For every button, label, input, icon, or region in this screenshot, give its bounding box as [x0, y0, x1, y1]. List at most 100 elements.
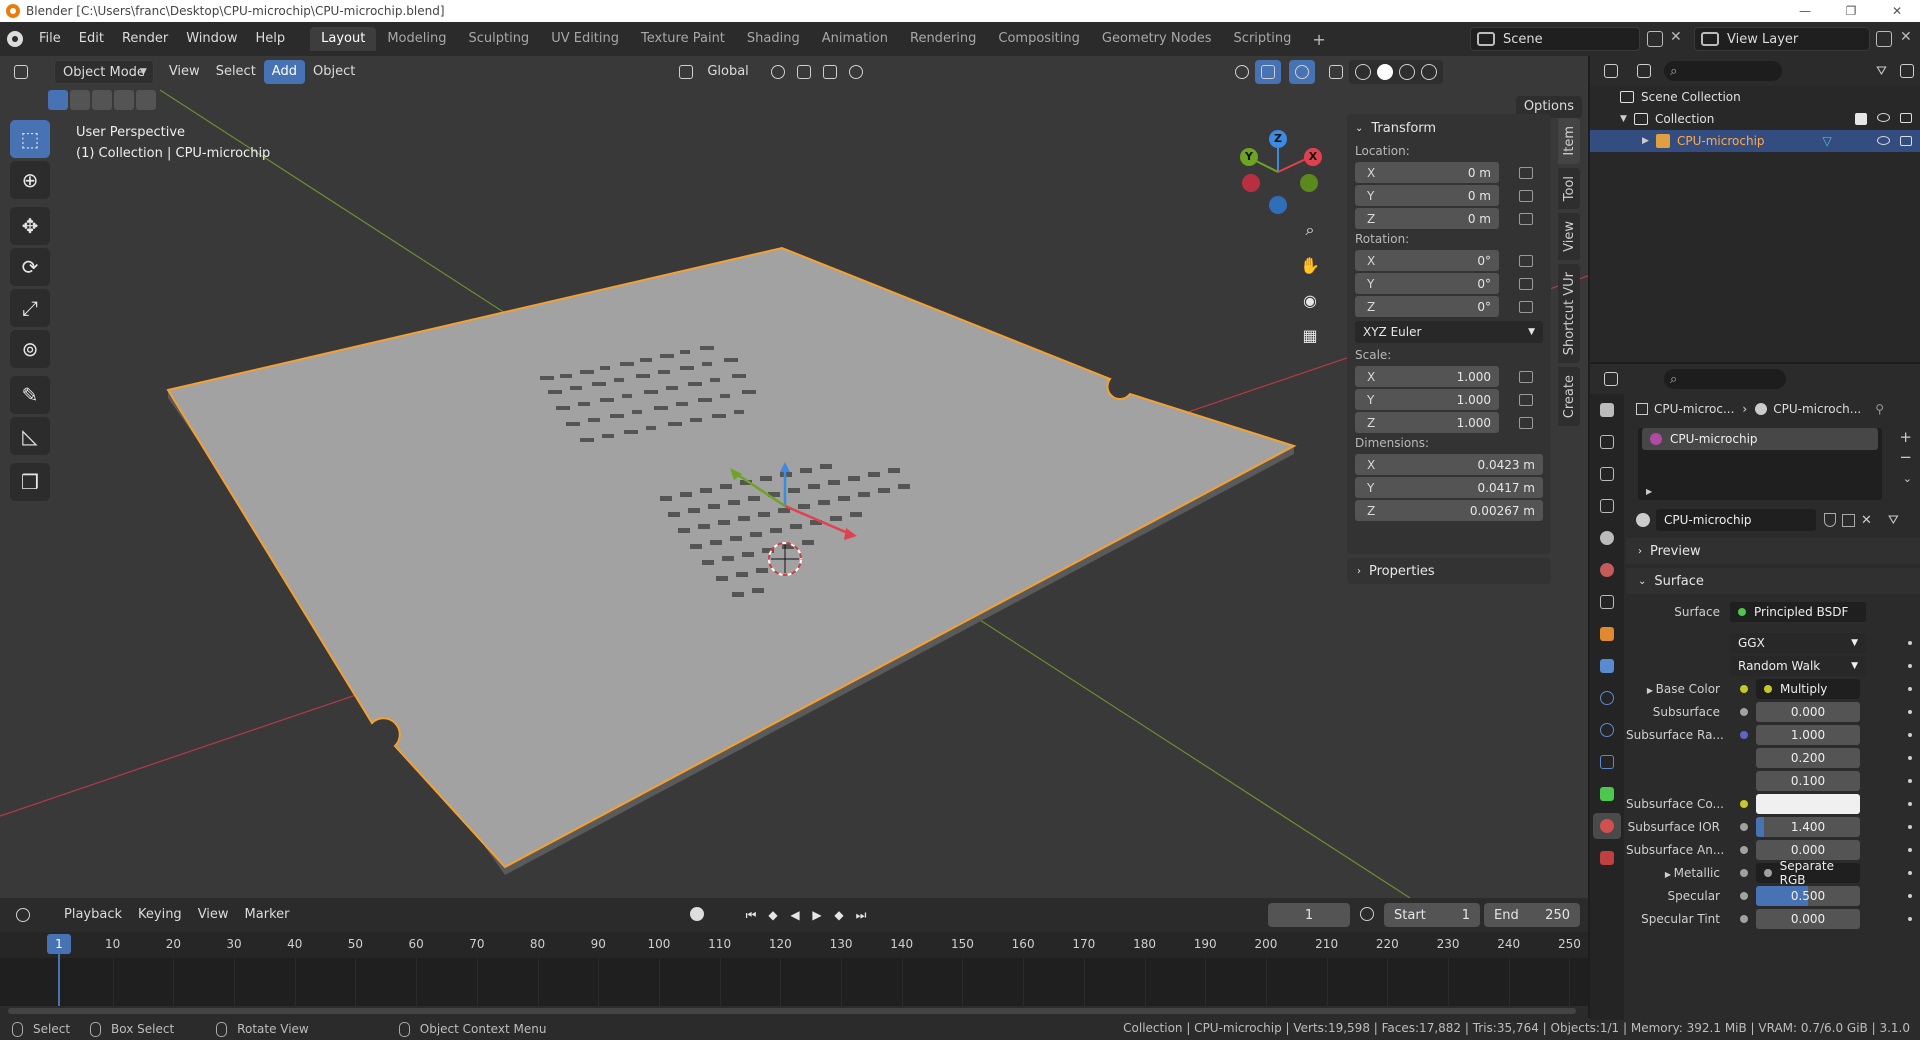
lock-icon[interactable] — [1519, 300, 1533, 313]
keyframe-dot-icon[interactable] — [1908, 663, 1912, 668]
material-slot[interactable]: CPU-microchip — [1642, 428, 1878, 450]
input-socket-icon[interactable] — [1740, 684, 1748, 693]
mesh-data-icon[interactable]: ▽ — [1823, 134, 1832, 148]
keyframe-dot-icon[interactable] — [1908, 847, 1912, 852]
add-workspace-button[interactable]: + — [1302, 30, 1335, 49]
keyframe-dot-icon[interactable] — [1908, 709, 1912, 714]
pin-icon[interactable]: ⚲ — [1875, 402, 1884, 416]
collection-tab[interactable] — [1593, 589, 1621, 615]
keyframe-dot-icon[interactable] — [1908, 916, 1912, 921]
menu-window[interactable]: Window — [177, 22, 246, 56]
bsdf-value-field[interactable]: Multiply — [1756, 678, 1860, 699]
tab-scripting[interactable]: Scripting — [1223, 27, 1303, 51]
gizmo-neg-x-icon[interactable] — [1242, 174, 1260, 192]
input-socket-icon[interactable] — [1740, 891, 1748, 900]
outliner-scene-collection[interactable]: Scene Collection — [1590, 86, 1920, 108]
camera-icon[interactable] — [1900, 136, 1912, 146]
keyframe-dot-icon[interactable] — [1908, 801, 1912, 806]
blender-menu-icon[interactable] — [0, 22, 30, 56]
bsdf-value-field[interactable]: 0.500 — [1756, 885, 1860, 906]
minimize-button[interactable]: — — [1782, 0, 1828, 22]
tab-item[interactable]: Item — [1558, 118, 1580, 164]
tab-texture-paint[interactable]: Texture Paint — [630, 27, 736, 51]
tab-geometry-nodes[interactable]: Geometry Nodes — [1091, 27, 1223, 51]
exclude-checkbox[interactable] — [1855, 113, 1867, 125]
eye-icon[interactable] — [1877, 136, 1890, 145]
particles-tab[interactable] — [1593, 685, 1621, 711]
menu-help[interactable]: Help — [247, 22, 295, 56]
perspective-grid-icon[interactable]: ▦ — [1294, 319, 1326, 351]
input-socket-icon[interactable] — [1740, 730, 1748, 739]
delete-view-layer-icon[interactable]: ✕ — [1900, 29, 1912, 45]
rotation-z-field[interactable]: Z 0° — [1355, 296, 1499, 317]
tab-view[interactable]: View — [1558, 212, 1580, 260]
display-mode-icon[interactable] — [1631, 59, 1656, 83]
outliner-search-input[interactable]: ⌕ — [1664, 61, 1783, 81]
menu-view[interactable]: View — [161, 60, 208, 84]
move-tool[interactable]: ✥ — [10, 207, 50, 245]
surface-shader-field[interactable]: Principled BSDF — [1730, 601, 1866, 622]
dimension-y-field[interactable]: Y 0.0417 m — [1355, 477, 1543, 498]
tab-sculpting[interactable]: Sculpting — [457, 27, 540, 51]
select-subtract-icon[interactable] — [92, 90, 112, 110]
surface-panel-header[interactable]: ⌄ Surface — [1626, 568, 1920, 594]
tool-tab[interactable] — [1593, 397, 1621, 423]
expand-right-icon[interactable]: ▶ — [1647, 686, 1656, 695]
gizmo-y-icon[interactable]: Y — [1240, 148, 1258, 166]
lock-icon[interactable] — [1519, 254, 1533, 267]
data-tab[interactable] — [1593, 781, 1621, 807]
lock-icon[interactable] — [1519, 393, 1533, 406]
material-slot-list[interactable]: CPU-microchip ▶ + − ⌄ — [1638, 428, 1912, 500]
select-invert-icon[interactable] — [114, 90, 134, 110]
gizmo-x-icon[interactable]: X — [1304, 148, 1322, 166]
new-collection-icon[interactable] — [1895, 59, 1920, 83]
clock-icon[interactable] — [1360, 907, 1374, 921]
scene-tab[interactable] — [1593, 525, 1621, 551]
tab-uv-editing[interactable]: UV Editing — [540, 27, 630, 51]
select-box-tool[interactable]: ⬚ — [10, 120, 50, 158]
distribution-dropdown[interactable]: GGX ▼ — [1730, 632, 1866, 653]
material-browse-icon[interactable] — [1636, 513, 1650, 527]
maximize-button[interactable]: ❐ — [1828, 0, 1874, 22]
location-y-field[interactable]: Y0 m — [1355, 185, 1499, 206]
input-socket-icon[interactable] — [1740, 914, 1748, 923]
scale-y-field[interactable]: Y 1.000 — [1355, 389, 1499, 410]
bsdf-value-field[interactable]: 1.000 — [1756, 724, 1860, 745]
lock-icon[interactable] — [1519, 212, 1533, 225]
tab-rendering[interactable]: Rendering — [899, 27, 987, 51]
lock-icon[interactable] — [1519, 416, 1533, 429]
annotate-tool[interactable]: ✎ — [10, 376, 50, 414]
outliner-collection[interactable]: ▼ Collection — [1590, 108, 1920, 130]
scale-x-field[interactable]: X 1.000 — [1355, 366, 1499, 387]
add-cube-tool[interactable]: ❒ — [10, 463, 50, 501]
tab-shading[interactable]: Shading — [736, 27, 811, 51]
pivot-point-icon[interactable] — [765, 60, 791, 84]
play-icon[interactable]: ▶ — [806, 903, 828, 927]
next-keyframe-icon[interactable]: ◆ — [828, 903, 850, 927]
location-x-field[interactable]: X0 m — [1355, 162, 1499, 183]
start-frame-field[interactable]: Start 1 — [1384, 903, 1480, 927]
scale-z-field[interactable]: Z 1.000 — [1355, 412, 1499, 433]
object-mode-dropdown[interactable]: Object Mode — [54, 60, 154, 84]
keyframe-dot-icon[interactable] — [1908, 870, 1912, 875]
dimension-z-field[interactable]: Z 0.00267 m — [1355, 500, 1543, 521]
wireframe-shading-icon[interactable] — [1354, 64, 1371, 80]
texture-tab[interactable] — [1593, 845, 1621, 871]
dimension-x-field[interactable]: X 0.0423 m — [1355, 454, 1543, 475]
lock-icon[interactable] — [1519, 370, 1533, 383]
tab-animation[interactable]: Animation — [811, 27, 899, 51]
tab-modeling[interactable]: Modeling — [376, 27, 457, 51]
snap-target-icon[interactable] — [817, 60, 843, 84]
unlink-material-icon[interactable]: ✕ — [1861, 513, 1872, 528]
keyframe-dot-icon[interactable] — [1908, 640, 1912, 645]
scale-tool[interactable]: ⤢ — [10, 289, 50, 327]
render-tab[interactable] — [1593, 429, 1621, 455]
menu-render[interactable]: Render — [113, 22, 177, 56]
timeline-ruler[interactable]: 10 20 30 40 50 60 70 80 90 100 110 120 130 140 150 160 1… — [0, 932, 1588, 958]
play-reverse-icon[interactable]: ◀ — [784, 903, 806, 927]
menu-view-timeline[interactable]: View — [190, 903, 237, 927]
jump-start-icon[interactable]: ⏮ — [740, 903, 762, 927]
world-tab[interactable] — [1593, 557, 1621, 583]
gizmo-neg-z-icon[interactable] — [1269, 196, 1287, 214]
zoom-icon[interactable]: ⌕ — [1294, 214, 1326, 246]
